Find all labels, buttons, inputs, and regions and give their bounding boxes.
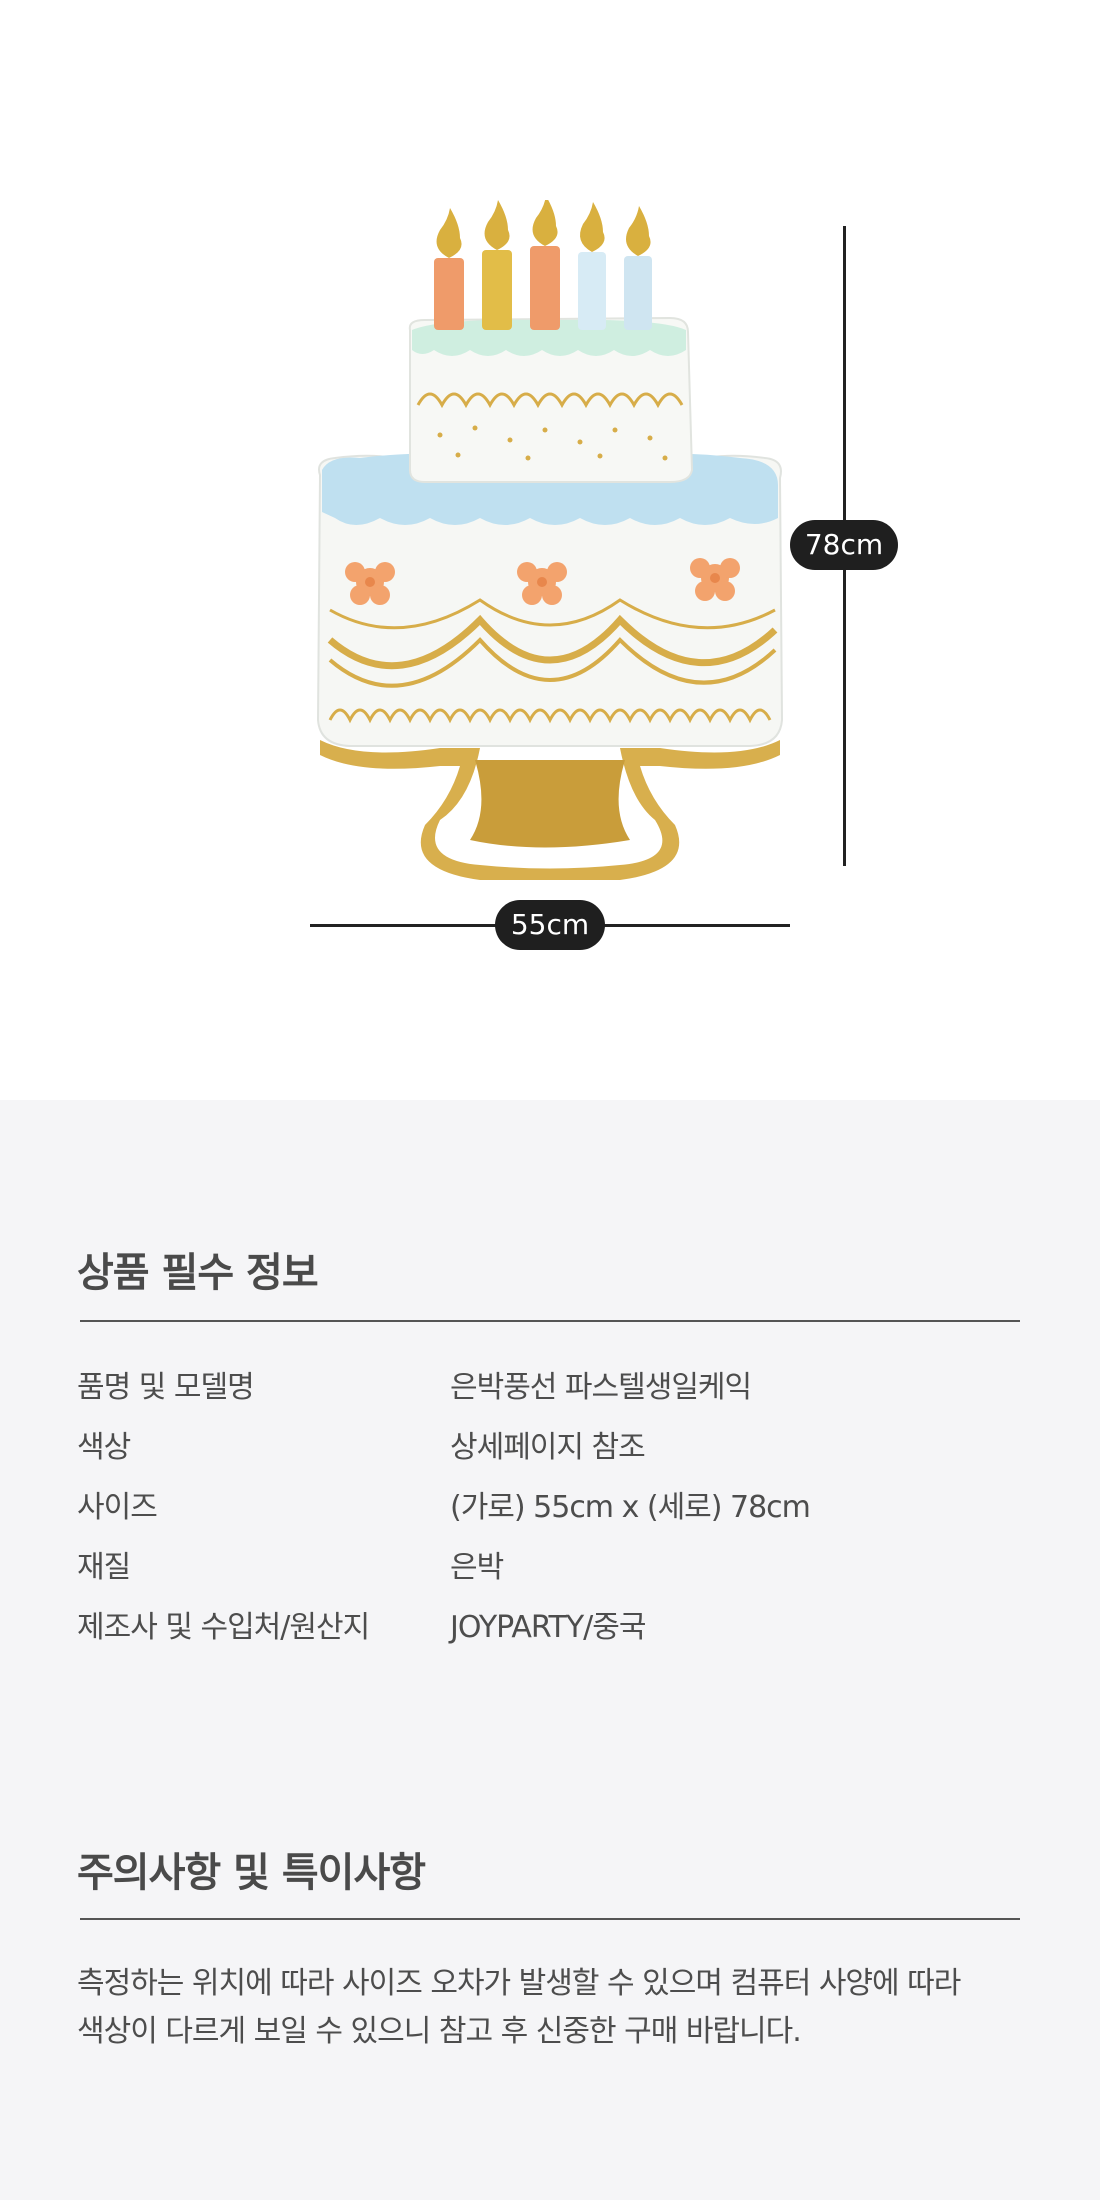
notice-line: 측정하는 위치에 따라 사이즈 오차가 발생할 수 있으며 컴퓨터 사양에 따라 [77,1966,961,2001]
spec-label: 사이즈 [77,1490,158,1525]
spec-value: JOYPARTY/중국 [450,1610,646,1645]
spec-label: 재질 [77,1550,131,1585]
spec-value: 상세페이지 참조 [450,1430,646,1465]
spec-row: 재질 은박 [77,1542,1037,1585]
spec-row: 품명 및 모델명 은박풍선 파스텔생일케익 [77,1362,1037,1405]
spec-row: 제조사 및 수입처/원산지 JOYPARTY/중국 [77,1602,1037,1645]
product-hero: 78cm 55cm [0,0,1100,1100]
spec-divider [80,1320,1020,1322]
spec-section-title: 상품 필수 정보 [77,1250,319,1296]
notice-line: 색상이 다르게 보일 수 있으니 참고 후 신중한 구매 바랍니다. [77,2014,802,2049]
notice-text: 측정하는 위치에 따라 사이즈 오차가 발생할 수 있으며 컴퓨터 사양에 따라… [77,1960,1037,2056]
spec-label: 품명 및 모델명 [77,1370,255,1405]
height-dimension-label: 78cm [790,520,898,570]
notice-divider [80,1918,1020,1920]
spec-row: 사이즈 (가로) 55cm x (세로) 78cm [77,1482,1037,1525]
spec-row: 색상 상세페이지 참조 [77,1422,1037,1465]
width-dimension-label: 55cm [495,900,605,950]
spec-value: (가로) 55cm x (세로) 78cm [450,1490,811,1525]
spec-label: 제조사 및 수입처/원산지 [77,1610,370,1645]
spec-label: 색상 [77,1430,131,1465]
notice-section-title: 주의사항 및 특이사항 [77,1850,426,1896]
cake-balloon-image [316,200,784,880]
spec-value: 은박 [450,1550,504,1585]
spec-value: 은박풍선 파스텔생일케익 [450,1370,752,1405]
